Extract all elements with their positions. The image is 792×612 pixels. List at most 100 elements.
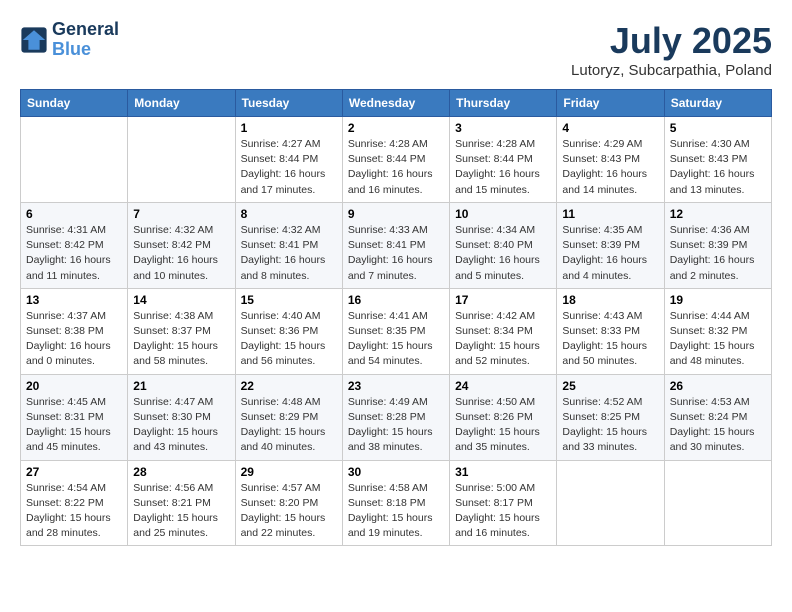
calendar-table: SundayMondayTuesdayWednesdayThursdayFrid… xyxy=(20,89,772,546)
day-info: Sunrise: 4:34 AM Sunset: 8:40 PM Dayligh… xyxy=(455,223,551,284)
day-number: 26 xyxy=(670,379,766,393)
day-number: 14 xyxy=(133,293,229,307)
day-info: Sunrise: 4:53 AM Sunset: 8:24 PM Dayligh… xyxy=(670,395,766,456)
day-info: Sunrise: 4:45 AM Sunset: 8:31 PM Dayligh… xyxy=(26,395,122,456)
calendar-cell: 9 Sunrise: 4:33 AM Sunset: 8:41 PM Daylig… xyxy=(342,202,449,288)
calendar-cell: 28Sunrise: 4:56 AM Sunset: 8:21 PM Dayli… xyxy=(128,460,235,546)
day-info: Sunrise: 4:57 AM Sunset: 8:20 PM Dayligh… xyxy=(241,481,337,542)
day-info: Sunrise: 4:33 AM Sunset: 8:41 PM Dayligh… xyxy=(348,223,444,284)
weekday-header-cell: Tuesday xyxy=(235,90,342,117)
calendar-cell: 6 Sunrise: 4:31 AM Sunset: 8:42 PM Daylig… xyxy=(21,202,128,288)
calendar-cell: 27 Sunrise: 4:54 AM Sunset: 8:22 PM Dayli… xyxy=(21,460,128,546)
day-number: 7 xyxy=(133,207,229,221)
calendar-cell: 14 Sunrise: 4:38 AM Sunset: 8:37 PM Dayli… xyxy=(128,288,235,374)
calendar-cell: 26 Sunrise: 4:53 AM Sunset: 8:24 PM Dayli… xyxy=(664,374,771,460)
calendar-cell: 1 Sunrise: 4:27 AM Sunset: 8:44 PM Daylig… xyxy=(235,117,342,203)
weekday-header-cell: Friday xyxy=(557,90,664,117)
day-number: 20 xyxy=(26,379,122,393)
calendar-cell: 31Sunrise: 5:00 AM Sunset: 8:17 PM Dayli… xyxy=(450,460,557,546)
calendar-cell xyxy=(21,117,128,203)
calendar-cell: 30 Sunrise: 4:58 AM Sunset: 8:18 PM Dayli… xyxy=(342,460,449,546)
calendar-cell: 19 Sunrise: 4:44 AM Sunset: 8:32 PM Dayli… xyxy=(664,288,771,374)
weekday-header-cell: Thursday xyxy=(450,90,557,117)
day-info: Sunrise: 4:36 AM Sunset: 8:39 PM Dayligh… xyxy=(670,223,766,284)
day-info: Sunrise: 4:58 AM Sunset: 8:18 PM Dayligh… xyxy=(348,481,444,542)
calendar-cell: 2 Sunrise: 4:28 AM Sunset: 8:44 PM Daylig… xyxy=(342,117,449,203)
logo-line1: General xyxy=(52,20,119,40)
month-title: July 2025 xyxy=(571,20,772,62)
day-info: Sunrise: 4:29 AM Sunset: 8:43 PM Dayligh… xyxy=(562,137,658,198)
day-info: Sunrise: 4:32 AM Sunset: 8:41 PM Dayligh… xyxy=(241,223,337,284)
day-number: 9 xyxy=(348,207,444,221)
logo-line2: Blue xyxy=(52,40,119,60)
calendar-cell: 29 Sunrise: 4:57 AM Sunset: 8:20 PM Dayli… xyxy=(235,460,342,546)
day-number: 27 xyxy=(26,465,122,479)
day-number: 24 xyxy=(455,379,551,393)
day-number: 2 xyxy=(348,121,444,135)
calendar-cell: 18Sunrise: 4:43 AM Sunset: 8:33 PM Dayli… xyxy=(557,288,664,374)
day-info: Sunrise: 4:38 AM Sunset: 8:37 PM Dayligh… xyxy=(133,309,229,370)
calendar-cell xyxy=(128,117,235,203)
calendar-cell: 21 Sunrise: 4:47 AM Sunset: 8:30 PM Dayli… xyxy=(128,374,235,460)
day-info: Sunrise: 4:50 AM Sunset: 8:26 PM Dayligh… xyxy=(455,395,551,456)
day-info: Sunrise: 4:43 AM Sunset: 8:33 PM Dayligh… xyxy=(562,309,658,370)
logo-icon xyxy=(20,26,48,54)
day-info: Sunrise: 4:49 AM Sunset: 8:28 PM Dayligh… xyxy=(348,395,444,456)
calendar-cell: 23 Sunrise: 4:49 AM Sunset: 8:28 PM Dayli… xyxy=(342,374,449,460)
calendar-cell xyxy=(557,460,664,546)
day-info: Sunrise: 4:47 AM Sunset: 8:30 PM Dayligh… xyxy=(133,395,229,456)
day-number: 28 xyxy=(133,465,229,479)
calendar-week-row: 1 Sunrise: 4:27 AM Sunset: 8:44 PM Daylig… xyxy=(21,117,772,203)
day-info: Sunrise: 5:00 AM Sunset: 8:17 PM Dayligh… xyxy=(455,481,551,542)
calendar-week-row: 6 Sunrise: 4:31 AM Sunset: 8:42 PM Daylig… xyxy=(21,202,772,288)
day-info: Sunrise: 4:35 AM Sunset: 8:39 PM Dayligh… xyxy=(562,223,658,284)
weekday-header-cell: Sunday xyxy=(21,90,128,117)
logo: General Blue xyxy=(20,20,119,60)
calendar-week-row: 20 Sunrise: 4:45 AM Sunset: 8:31 PM Dayli… xyxy=(21,374,772,460)
calendar-cell xyxy=(664,460,771,546)
weekday-header-cell: Saturday xyxy=(664,90,771,117)
day-info: Sunrise: 4:42 AM Sunset: 8:34 PM Dayligh… xyxy=(455,309,551,370)
day-number: 10 xyxy=(455,207,551,221)
day-info: Sunrise: 4:54 AM Sunset: 8:22 PM Dayligh… xyxy=(26,481,122,542)
day-info: Sunrise: 4:31 AM Sunset: 8:42 PM Dayligh… xyxy=(26,223,122,284)
weekday-header-cell: Wednesday xyxy=(342,90,449,117)
calendar-cell: 4 Sunrise: 4:29 AM Sunset: 8:43 PM Daylig… xyxy=(557,117,664,203)
day-number: 29 xyxy=(241,465,337,479)
day-number: 11 xyxy=(562,207,658,221)
day-number: 23 xyxy=(348,379,444,393)
calendar-week-row: 27 Sunrise: 4:54 AM Sunset: 8:22 PM Dayli… xyxy=(21,460,772,546)
weekday-header-row: SundayMondayTuesdayWednesdayThursdayFrid… xyxy=(21,90,772,117)
day-number: 21 xyxy=(133,379,229,393)
calendar-cell: 16Sunrise: 4:41 AM Sunset: 8:35 PM Dayli… xyxy=(342,288,449,374)
calendar-cell: 5Sunrise: 4:30 AM Sunset: 8:43 PM Daylig… xyxy=(664,117,771,203)
day-info: Sunrise: 4:27 AM Sunset: 8:44 PM Dayligh… xyxy=(241,137,337,198)
calendar-cell: 7Sunrise: 4:32 AM Sunset: 8:42 PM Daylig… xyxy=(128,202,235,288)
calendar-cell: 24 Sunrise: 4:50 AM Sunset: 8:26 PM Dayli… xyxy=(450,374,557,460)
calendar-week-row: 13Sunrise: 4:37 AM Sunset: 8:38 PM Dayli… xyxy=(21,288,772,374)
day-number: 8 xyxy=(241,207,337,221)
day-info: Sunrise: 4:28 AM Sunset: 8:44 PM Dayligh… xyxy=(348,137,444,198)
location-subtitle: Lutoryz, Subcarpathia, Poland xyxy=(571,62,772,79)
day-number: 17 xyxy=(455,293,551,307)
day-number: 12 xyxy=(670,207,766,221)
day-number: 1 xyxy=(241,121,337,135)
day-number: 22 xyxy=(241,379,337,393)
day-info: Sunrise: 4:44 AM Sunset: 8:32 PM Dayligh… xyxy=(670,309,766,370)
calendar-cell: 10 Sunrise: 4:34 AM Sunset: 8:40 PM Dayli… xyxy=(450,202,557,288)
day-info: Sunrise: 4:52 AM Sunset: 8:25 PM Dayligh… xyxy=(562,395,658,456)
day-number: 6 xyxy=(26,207,122,221)
calendar-cell: 20 Sunrise: 4:45 AM Sunset: 8:31 PM Dayli… xyxy=(21,374,128,460)
calendar-cell: 13Sunrise: 4:37 AM Sunset: 8:38 PM Dayli… xyxy=(21,288,128,374)
day-info: Sunrise: 4:30 AM Sunset: 8:43 PM Dayligh… xyxy=(670,137,766,198)
day-number: 13 xyxy=(26,293,122,307)
calendar-cell: 12 Sunrise: 4:36 AM Sunset: 8:39 PM Dayli… xyxy=(664,202,771,288)
day-number: 3 xyxy=(455,121,551,135)
day-info: Sunrise: 4:28 AM Sunset: 8:44 PM Dayligh… xyxy=(455,137,551,198)
day-number: 4 xyxy=(562,121,658,135)
title-block: July 2025 Lutoryz, Subcarpathia, Poland xyxy=(571,20,772,79)
day-number: 19 xyxy=(670,293,766,307)
day-info: Sunrise: 4:40 AM Sunset: 8:36 PM Dayligh… xyxy=(241,309,337,370)
calendar-cell: 11 Sunrise: 4:35 AM Sunset: 8:39 PM Dayli… xyxy=(557,202,664,288)
day-number: 30 xyxy=(348,465,444,479)
